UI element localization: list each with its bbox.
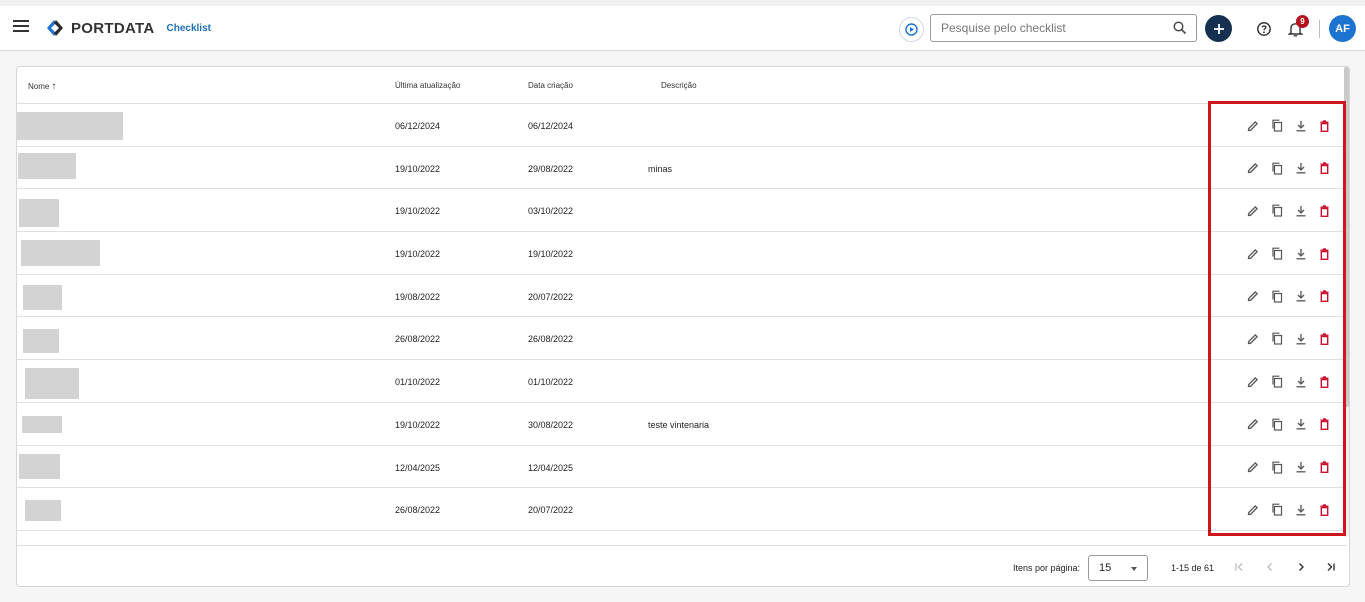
chevron-right-icon — [1299, 563, 1304, 571]
table-row[interactable]: 19/08/2022 20/07/2022 — [17, 275, 1347, 318]
updated-date: 19/10/2022 — [395, 206, 441, 217]
created-date: 03/10/2022 — [528, 206, 574, 217]
redacted-name — [23, 284, 62, 310]
table-row[interactable]: 19/10/2022 29/08/2022 minas — [17, 147, 1347, 190]
table-row[interactable]: 12/04/2025 12/04/2025 — [17, 446, 1347, 489]
play-circle-icon — [905, 23, 918, 36]
table-row[interactable]: 06/12/2024 06/12/2024 — [17, 104, 1347, 147]
divider — [1319, 20, 1320, 38]
updated-date: 06/12/2024 — [395, 121, 441, 131]
caret-down-icon — [1131, 567, 1137, 571]
next-page-button[interactable] — [1293, 559, 1309, 575]
page-range: 1-15 de 61 — [1171, 563, 1215, 573]
redacted-name — [22, 415, 62, 433]
previous-page-button[interactable] — [1262, 559, 1278, 575]
created-date: 12/04/2025 — [528, 462, 574, 473]
first-page-button[interactable] — [1231, 559, 1247, 575]
table-row[interactable]: 19/10/2022 30/08/2022 teste vintenaria — [17, 403, 1347, 446]
updated-date: 19/10/2022 — [395, 249, 441, 260]
portdata-logo-icon — [47, 20, 63, 36]
search-input[interactable] — [931, 15, 1161, 41]
created-date: 30/08/2022 — [528, 419, 574, 430]
search-icon[interactable] — [1173, 21, 1187, 35]
description: minas — [648, 163, 673, 174]
table-row[interactable]: 19/10/2022 03/10/2022 — [17, 189, 1347, 233]
add-checklist-button[interactable] — [1205, 15, 1232, 42]
actions-highlight-box — [1208, 101, 1346, 536]
column-header-name[interactable]: Nome ↑ — [28, 81, 56, 92]
table-header: Nome ↑ Última atualização Data criação De… — [17, 67, 1347, 104]
chevron-left-icon — [1267, 563, 1272, 571]
column-header-updated[interactable]: Última atualização — [395, 81, 460, 90]
created-date: 20/07/2022 — [528, 505, 574, 516]
paginator: Itens por página: 15 1-15 de 61 — [17, 545, 1347, 586]
redacted-name — [25, 368, 79, 400]
items-per-page-select[interactable]: 15 — [1088, 555, 1148, 581]
first-page-icon — [1235, 563, 1243, 571]
items-per-page-label: Itens por página: — [1013, 563, 1081, 573]
last-page-button[interactable] — [1323, 559, 1339, 575]
redacted-name — [17, 112, 123, 140]
updated-date: 12/04/2025 — [395, 462, 441, 473]
updated-date: 19/08/2022 — [395, 291, 441, 302]
column-header-description[interactable]: Descrição — [661, 81, 697, 90]
updated-date: 19/10/2022 — [395, 163, 441, 174]
updated-date: 26/08/2022 — [395, 334, 441, 345]
redacted-name — [21, 240, 100, 267]
menu-icon[interactable] — [13, 20, 29, 36]
table-row[interactable]: 26/08/2022 20/07/2022 — [17, 488, 1347, 531]
sort-arrow-up-icon: ↑ — [51, 81, 57, 92]
created-date: 01/10/2022 — [528, 377, 574, 388]
plus-icon — [1213, 23, 1224, 34]
updated-date: 01/10/2022 — [395, 377, 441, 388]
tour-play-button[interactable] — [899, 17, 924, 42]
redacted-name — [19, 199, 59, 228]
created-date: 20/07/2022 — [528, 291, 574, 302]
help-icon[interactable] — [1256, 21, 1272, 37]
table-body: 06/12/2024 06/12/2024 19/10/2022 29/08/2… — [17, 104, 1347, 531]
created-date: 06/12/2024 — [528, 121, 574, 131]
created-date: 19/10/2022 — [528, 249, 574, 260]
logo-text: PORTDATA — [71, 19, 155, 37]
items-per-page-value: 15 — [1099, 562, 1112, 574]
table-row[interactable]: 01/10/2022 01/10/2022 — [17, 360, 1347, 403]
redacted-name — [19, 453, 60, 479]
updated-date: 26/08/2022 — [395, 505, 441, 516]
logo[interactable]: PORTDATA Checklist — [45, 18, 211, 38]
created-date: 26/08/2022 — [528, 334, 574, 345]
search-box — [930, 14, 1197, 42]
column-header-created[interactable]: Data criação — [528, 81, 573, 90]
redacted-name — [23, 329, 59, 354]
checklist-table-card: Nome ↑ Última atualização Data criação De… — [16, 66, 1350, 587]
column-name-label: Nome — [28, 82, 50, 91]
redacted-name — [18, 152, 76, 179]
updated-date: 19/10/2022 — [395, 419, 441, 430]
table-row[interactable]: 19/10/2022 19/10/2022 — [17, 232, 1347, 275]
created-date: 29/08/2022 — [528, 163, 574, 174]
table-row[interactable]: 26/08/2022 26/08/2022 — [17, 317, 1347, 361]
top-bar: PORTDATA Checklist 9 AF — [0, 0, 1365, 51]
notification-badge: 9 — [1296, 15, 1309, 28]
section-title: Checklist — [166, 22, 211, 34]
redacted-name — [25, 500, 61, 522]
avatar[interactable]: AF — [1329, 15, 1356, 42]
last-page-icon — [1327, 563, 1335, 571]
description: teste vintenaria — [648, 419, 710, 430]
